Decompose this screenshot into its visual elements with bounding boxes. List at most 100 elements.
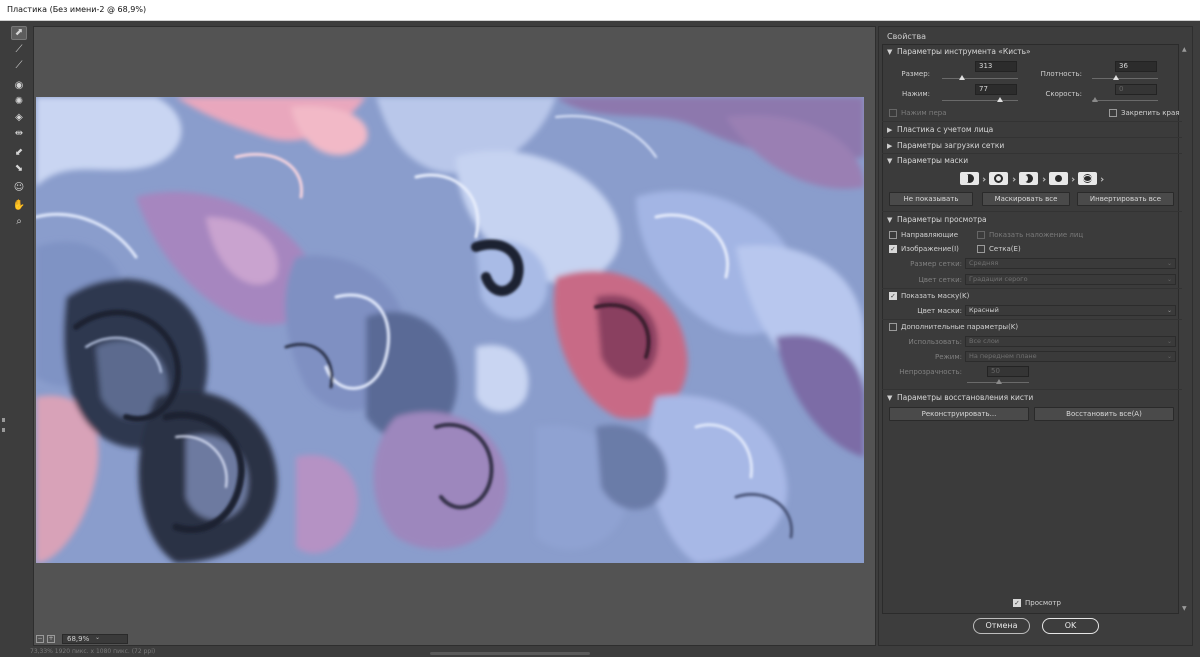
freeze-mask-icon[interactable]: ⬋ bbox=[11, 146, 27, 160]
chevron-down-icon: ▼ bbox=[887, 394, 893, 402]
subtract-from-selection-icon[interactable] bbox=[1019, 172, 1038, 185]
pressure-slider[interactable] bbox=[942, 100, 1018, 101]
stylus-pressure-label: Нажим пера bbox=[901, 109, 947, 117]
section-view-options[interactable]: ▼ Параметры просмотра bbox=[887, 215, 987, 224]
hand-icon[interactable]: ✋ bbox=[11, 199, 27, 213]
mesh-size-select[interactable]: Средняя ⌄ bbox=[965, 258, 1176, 269]
use-label: Использовать: bbox=[908, 338, 962, 346]
density-label: Плотность: bbox=[1040, 70, 1082, 78]
reconstruct-icon[interactable]: ⟋ bbox=[11, 43, 27, 57]
forward-warp-icon[interactable]: ⬈ bbox=[11, 26, 27, 40]
rate-slider-thumb[interactable] bbox=[1092, 97, 1098, 102]
rate-field[interactable]: 0 bbox=[1115, 84, 1157, 95]
title-bar: Пластика (Без имени-2 @ 68,9%) bbox=[0, 0, 1200, 21]
pin-edges-checkbox[interactable] bbox=[1109, 109, 1117, 117]
pressure-field[interactable]: 77 bbox=[975, 84, 1017, 95]
divider bbox=[882, 389, 1182, 390]
divider bbox=[882, 137, 1182, 138]
mask-color-label: Цвет маски: bbox=[917, 307, 962, 315]
add-to-selection-icon[interactable] bbox=[989, 172, 1008, 185]
image-label: Изображение(I) bbox=[901, 245, 959, 253]
density-field[interactable]: 36 bbox=[1115, 61, 1157, 72]
section-load-mesh[interactable]: ▶ Параметры загрузки сетки bbox=[887, 141, 1004, 150]
mask-none-button[interactable]: Не показывать bbox=[889, 192, 973, 206]
density-slider-thumb[interactable] bbox=[1113, 75, 1119, 80]
twirl-icon[interactable]: ◉ bbox=[11, 79, 27, 93]
push-left-icon[interactable]: ⇹ bbox=[11, 127, 27, 141]
density-slider[interactable] bbox=[1092, 78, 1158, 79]
size-label: Размер: bbox=[901, 70, 930, 78]
zoom-icon[interactable]: ⌕ bbox=[11, 215, 27, 229]
zoom-out-icon[interactable]: − bbox=[36, 635, 44, 643]
use-select[interactable]: Все слои ⌄ bbox=[965, 336, 1176, 347]
mesh-color-select[interactable]: Градации серого ⌄ bbox=[965, 274, 1176, 285]
opacity-label: Непрозрачность: bbox=[899, 368, 962, 376]
chevron-down-icon: ⌄ bbox=[1166, 260, 1172, 267]
ok-button[interactable]: OK bbox=[1042, 618, 1099, 634]
bloat-icon[interactable]: ◈ bbox=[11, 111, 27, 125]
mesh-label: Сетка(E) bbox=[989, 245, 1021, 253]
section-brush-options[interactable]: ▼ Параметры инструмента «Кисть» bbox=[887, 47, 1031, 56]
zoom-in-icon[interactable]: + bbox=[47, 635, 55, 643]
intersect-selection-icon[interactable] bbox=[1049, 172, 1068, 185]
pucker-icon[interactable]: ✺ bbox=[11, 95, 27, 109]
preview-checkbox[interactable]: ✓ bbox=[1013, 599, 1021, 607]
preview-label: Просмотр bbox=[1025, 599, 1061, 607]
divider bbox=[882, 319, 1182, 320]
thaw-mask-icon[interactable]: ⬊ bbox=[11, 162, 27, 176]
smooth-icon[interactable]: ⟋ bbox=[11, 59, 27, 73]
mask-all-button[interactable]: Маскировать все bbox=[982, 192, 1070, 206]
scroll-up-icon[interactable]: ▲ bbox=[1182, 46, 1187, 53]
zoom-bar: − + 68,9% ⌄ bbox=[36, 633, 182, 645]
pressure-slider-thumb[interactable] bbox=[997, 97, 1003, 102]
chevron-down-icon: ▼ bbox=[887, 48, 893, 56]
chevron-down-icon: ▼ bbox=[887, 157, 893, 165]
stylus-pressure-checkbox[interactable] bbox=[889, 109, 897, 117]
chevron-down-icon: ⌄ bbox=[1166, 276, 1172, 283]
rate-slider[interactable] bbox=[1092, 100, 1158, 101]
chevron-down-icon: ⌄ bbox=[1166, 338, 1172, 345]
divider bbox=[882, 211, 1182, 212]
reconstruct-button[interactable]: Реконструировать... bbox=[889, 407, 1029, 421]
vertical-scrollbar[interactable]: ▲ ▼ bbox=[1180, 44, 1192, 614]
chevron-down-icon[interactable]: ⌄ bbox=[95, 634, 100, 641]
section-brush-reconstruct[interactable]: ▼ Параметры восстановления кисти bbox=[887, 393, 1033, 402]
replace-selection-icon[interactable] bbox=[960, 172, 979, 185]
panel-title: Свойства bbox=[887, 32, 927, 41]
show-mask-checkbox[interactable]: ✓ bbox=[889, 292, 897, 300]
cancel-button[interactable]: Отмена bbox=[973, 618, 1030, 634]
invert-all-button[interactable]: Инвертировать все bbox=[1077, 192, 1174, 206]
scroll-down-icon[interactable]: ▼ bbox=[1182, 605, 1187, 612]
face-tool-icon[interactable]: ☺ bbox=[11, 181, 27, 195]
chevron-right-icon: ▶ bbox=[887, 126, 893, 134]
rate-label: Скорость: bbox=[1045, 90, 1082, 98]
size-slider[interactable] bbox=[942, 78, 1018, 79]
mask-color-select[interactable]: Красный ⌄ bbox=[965, 305, 1176, 316]
divider bbox=[882, 288, 1182, 289]
guides-checkbox[interactable] bbox=[889, 231, 897, 239]
backdrop-label: Дополнительные параметры(K) bbox=[901, 323, 1019, 331]
mode-label: Режим: bbox=[934, 353, 962, 361]
pressure-label: Нажим: bbox=[901, 90, 930, 98]
opacity-slider-thumb[interactable] bbox=[996, 379, 1002, 384]
backdrop-checkbox[interactable] bbox=[889, 323, 897, 331]
restore-all-button[interactable]: Восстановить все(A) bbox=[1034, 407, 1174, 421]
mode-select[interactable]: На переднем плане ⌄ bbox=[965, 351, 1176, 362]
edge-marker bbox=[2, 428, 5, 432]
image-checkbox[interactable]: ✓ bbox=[889, 245, 897, 253]
invert-selection-icon[interactable] bbox=[1078, 172, 1097, 185]
section-mask-options[interactable]: ▼ Параметры маски bbox=[887, 156, 968, 165]
size-field[interactable]: 313 bbox=[975, 61, 1017, 72]
divider bbox=[882, 121, 1182, 122]
face-overlay-checkbox[interactable] bbox=[977, 231, 985, 239]
size-slider-thumb[interactable] bbox=[959, 75, 965, 80]
image-canvas[interactable] bbox=[36, 97, 864, 563]
mesh-checkbox[interactable] bbox=[977, 245, 985, 253]
mesh-color-label: Цвет сетки: bbox=[918, 276, 962, 284]
guides-label: Направляющие bbox=[901, 231, 959, 239]
horizontal-scrollbar[interactable] bbox=[430, 652, 590, 655]
pin-edges-label: Закрепить края bbox=[1121, 109, 1180, 117]
section-face-aware[interactable]: ▶ Пластика с учетом лица bbox=[887, 125, 993, 134]
mesh-size-label: Размер сетки: bbox=[910, 260, 962, 268]
opacity-field[interactable]: 50 bbox=[987, 366, 1029, 377]
